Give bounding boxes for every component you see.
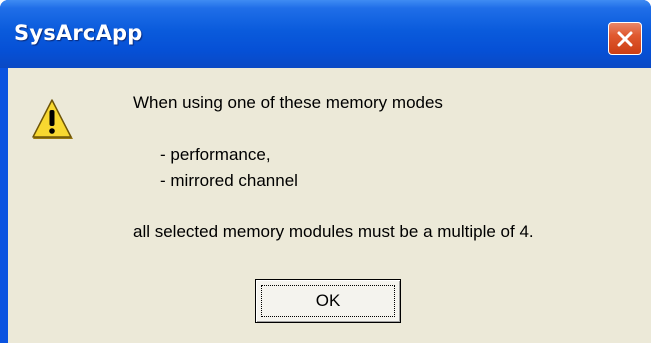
window-title: SysArcApp (14, 21, 143, 45)
title-bar[interactable]: SysArcApp (0, 0, 651, 68)
warning-icon (32, 99, 73, 139)
message-dialog: SysArcApp When using one of these memory… (0, 0, 651, 343)
message-line-intro: When using one of these memory modes (133, 93, 443, 112)
message-item-performance: - performance, (160, 145, 271, 164)
message-line-requirement: all selected memory modules must be a mu… (133, 222, 534, 241)
close-button[interactable] (608, 22, 642, 55)
close-icon (617, 31, 633, 46)
dialog-body: When using one of these memory modes - p… (8, 68, 651, 343)
ok-button[interactable]: OK (255, 279, 401, 323)
message-item-mirrored: - mirrored channel (160, 171, 298, 190)
ok-button-label: OK (261, 285, 395, 317)
